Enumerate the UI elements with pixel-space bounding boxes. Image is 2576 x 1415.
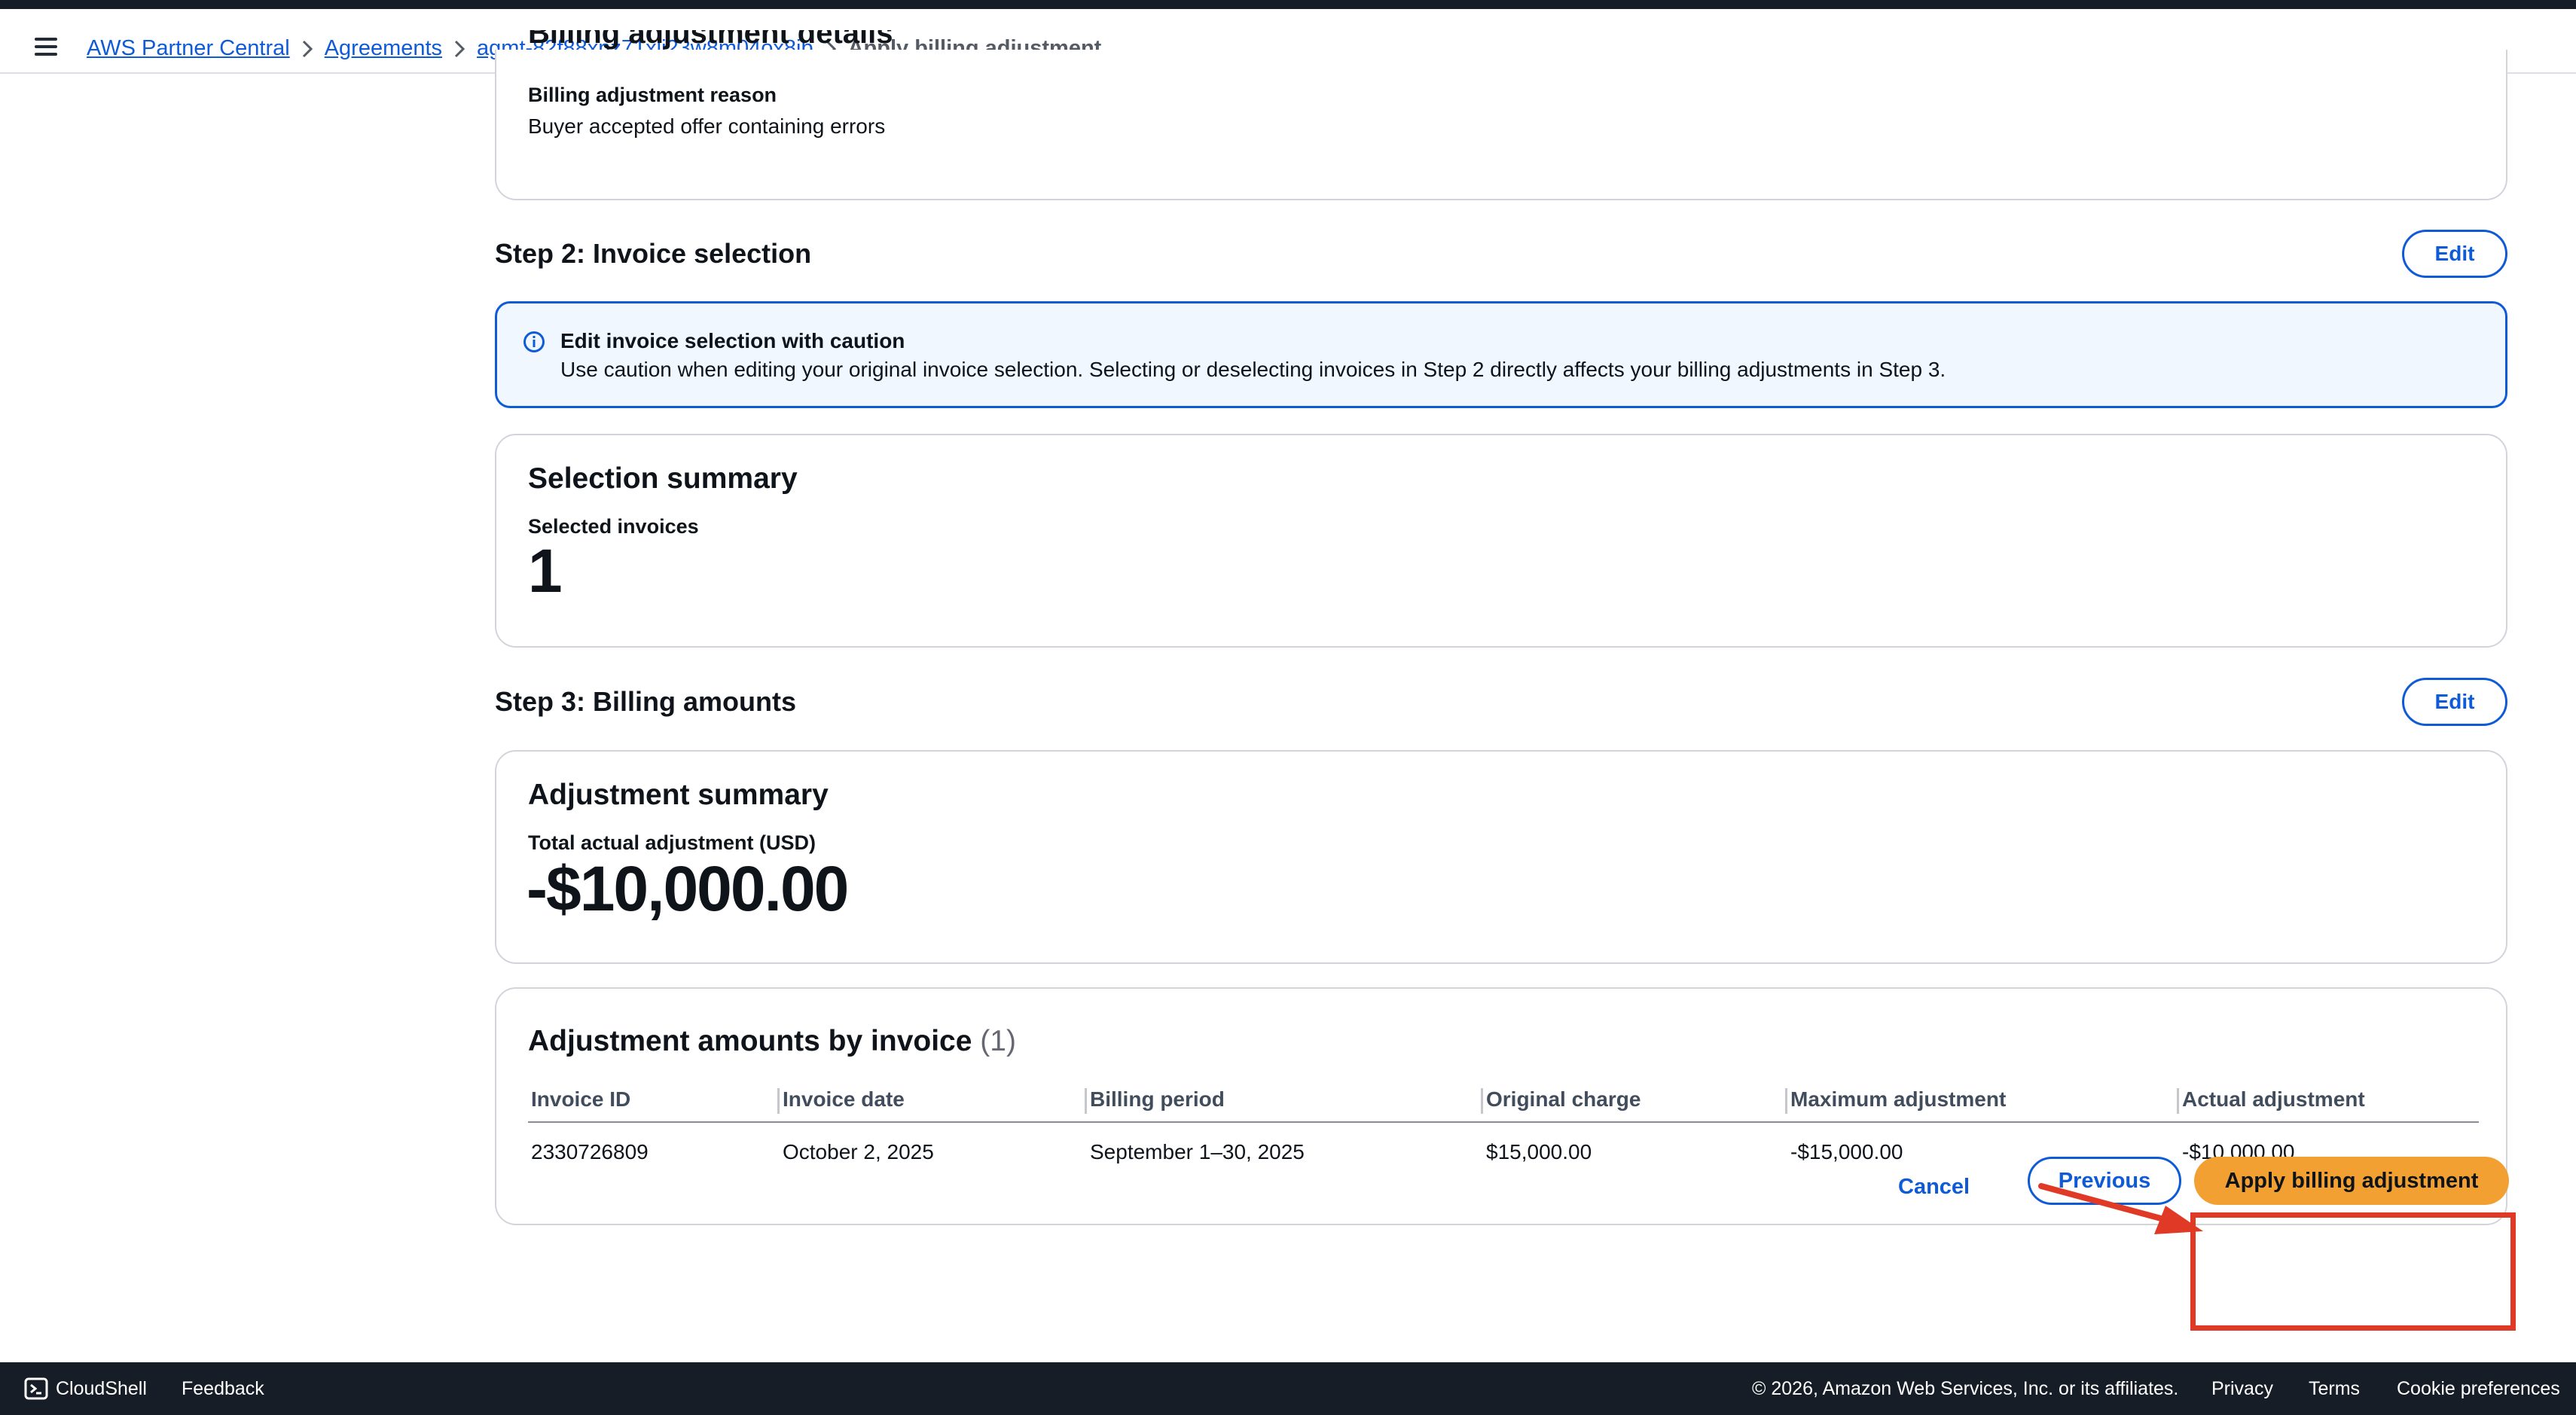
alert-title: Edit invoice selection with caution (560, 329, 905, 352)
column-header[interactable]: Invoice date (780, 1078, 1087, 1123)
feedback-button[interactable]: Feedback (182, 1378, 264, 1400)
step2-title: Step 2: Invoice selection (495, 238, 812, 269)
billing-adjustment-details-panel: Billing adjustment details Billing adjus… (495, 30, 2507, 200)
column-header[interactable]: Billing period (1087, 1078, 1483, 1123)
cell-invoice-date: October 2, 2025 (783, 1140, 934, 1163)
annotation-arrow-icon (2038, 1183, 2203, 1234)
reason-label: Billing adjustment reason (528, 84, 777, 106)
apply-billing-adjustment-button[interactable]: Apply billing adjustment (2194, 1157, 2509, 1205)
cell-invoice-id: 2330726809 (531, 1140, 649, 1163)
top-nav-bar (0, 0, 2576, 9)
column-header[interactable]: Original charge (1483, 1078, 1787, 1123)
column-header[interactable]: Maximum adjustment (1787, 1078, 2179, 1123)
chevron-right-icon (290, 40, 325, 58)
invoice-adjustment-table: Invoice ID Invoice date Billing period O… (528, 1078, 2479, 1182)
selected-invoices-label: Selected invoices (528, 515, 699, 538)
cell-original-charge: $15,000.00 (1486, 1140, 1592, 1163)
breadcrumb-link-agreements[interactable]: Agreements (325, 36, 442, 61)
step2-edit-button[interactable]: Edit (2402, 230, 2507, 278)
adjustment-summary-panel: Adjustment summary Total actual adjustme… (495, 750, 2507, 964)
cell-billing-period: September 1–30, 2025 (1090, 1140, 1305, 1163)
selection-summary-title: Selection summary (528, 462, 798, 495)
annotation-highlight-box (2190, 1212, 2516, 1331)
alert-body: Use caution when editing your original i… (560, 358, 1946, 381)
console-footer: CloudShell Feedback © 2026, Amazon Web S… (0, 1362, 2576, 1415)
cookie-preferences-link[interactable]: Cookie preferences (2397, 1378, 2560, 1400)
column-header[interactable]: Invoice ID (528, 1078, 780, 1123)
details-title: Billing adjustment details (528, 30, 893, 50)
column-header[interactable]: Actual adjustment (2179, 1078, 2479, 1123)
privacy-link[interactable]: Privacy (2211, 1378, 2273, 1400)
invoice-count: (1) (980, 1025, 1016, 1057)
step3-edit-button[interactable]: Edit (2402, 678, 2507, 726)
adjustment-by-invoice-title: Adjustment amounts by invoice (1) (528, 1025, 1016, 1057)
selected-invoices-value: 1 (528, 537, 563, 605)
selection-summary-panel: Selection summary Selected invoices 1 (495, 434, 2507, 648)
table-row: 2330726809 October 2, 2025 September 1–3… (528, 1122, 2479, 1182)
total-adjustment-value: -$10,000.00 (526, 853, 849, 924)
reason-value: Buyer accepted offer containing errors (528, 114, 886, 138)
menu-icon[interactable] (35, 38, 57, 56)
cloudshell-button[interactable]: CloudShell (56, 1378, 147, 1400)
total-adjustment-label: Total actual adjustment (USD) (528, 831, 816, 854)
adjustment-summary-title: Adjustment summary (528, 779, 829, 811)
step3-title: Step 3: Billing amounts (495, 686, 797, 717)
cloudshell-icon (24, 1377, 48, 1400)
caution-alert: Edit invoice selection with caution Use … (495, 301, 2507, 408)
copyright-text: © 2026, Amazon Web Services, Inc. or its… (1752, 1378, 2179, 1399)
info-icon (523, 331, 545, 352)
terms-link[interactable]: Terms (2309, 1378, 2360, 1400)
breadcrumb-link-partner-central[interactable]: AWS Partner Central (87, 36, 290, 61)
cancel-button[interactable]: Cancel (1898, 1175, 1970, 1200)
table-header-row: Invoice ID Invoice date Billing period O… (528, 1078, 2479, 1123)
chevron-right-icon (442, 40, 477, 58)
